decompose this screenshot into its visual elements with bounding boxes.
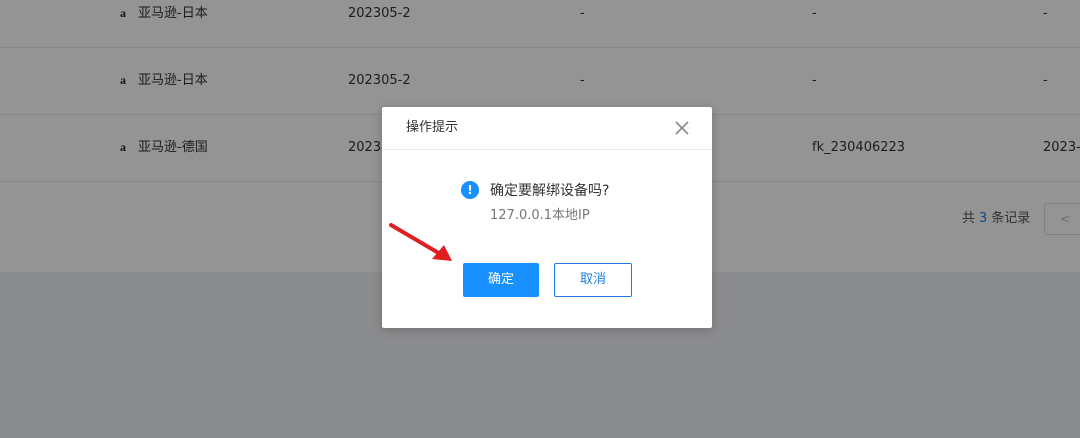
dialog-detail: 127.0.0.1本地IP — [490, 208, 590, 223]
dialog-message: 确定要解绑设备吗? — [490, 183, 610, 199]
confirm-dialog: 操作提示 ! 确定要解绑设备吗? 127.0.0.1本地IP 确定 取消 — [382, 107, 712, 328]
dialog-title: 操作提示 — [406, 120, 459, 135]
dialog-header: 操作提示 — [382, 107, 712, 150]
cancel-button[interactable]: 取消 — [554, 263, 632, 297]
confirm-button[interactable]: 确定 — [463, 263, 539, 297]
page: a 亚马逊-日本 202305-2 - - - a 亚马逊-日本 202305-2 … — [0, 0, 1080, 438]
close-icon[interactable] — [674, 120, 690, 136]
exclamation-icon: ! — [461, 181, 479, 199]
